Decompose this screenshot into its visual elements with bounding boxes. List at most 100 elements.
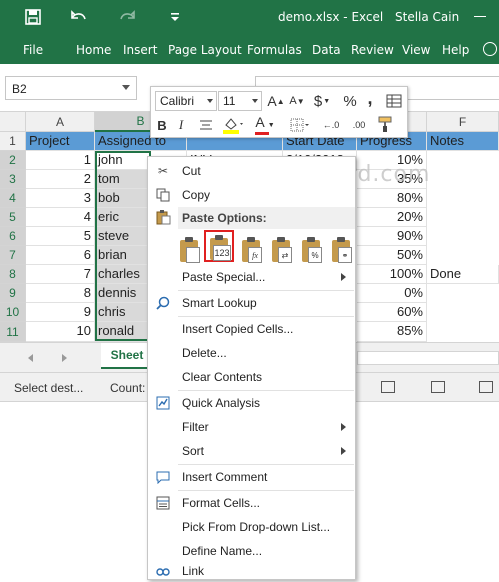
cell-project[interactable]: 4 (26, 208, 95, 227)
cell-progress[interactable]: 0% (357, 284, 427, 303)
cell-progress[interactable]: 80% (357, 189, 427, 208)
row-header-8[interactable]: 8 (0, 265, 26, 284)
normal-view-icon[interactable] (381, 381, 395, 393)
menu-item-pick-from-list[interactable]: Pick From Drop-down List... (148, 515, 355, 539)
minimize-icon[interactable] (474, 16, 486, 17)
name-box[interactable]: B2 (5, 76, 137, 100)
menu-item-paste-special[interactable]: Paste Special... (148, 265, 355, 289)
header-cell-project[interactable]: Project (26, 132, 95, 151)
cell-progress[interactable]: 90% (357, 227, 427, 246)
tab-review[interactable]: Review (351, 43, 394, 57)
paste-formulas-button[interactable]: fx (236, 230, 266, 263)
cell-project[interactable]: 6 (26, 246, 95, 265)
format-table-icon[interactable] (385, 91, 403, 111)
page-break-view-icon[interactable] (479, 381, 493, 393)
borders-icon[interactable] (289, 115, 311, 135)
menu-item-quick-analysis[interactable]: Quick Analysis (148, 391, 355, 415)
currency-format-button[interactable]: $ ▼ (311, 91, 333, 111)
cell-project[interactable]: 7 (26, 265, 95, 284)
tell-me-icon[interactable] (483, 42, 497, 56)
column-header-a[interactable]: A (26, 112, 95, 132)
column-header-f[interactable]: F (427, 112, 499, 132)
cell-project[interactable]: 9 (26, 303, 95, 322)
cell-project[interactable]: 5 (26, 227, 95, 246)
menu-item-delete[interactable]: Delete... (148, 341, 355, 365)
tab-view[interactable]: View (402, 43, 430, 57)
paste-button[interactable] (174, 230, 204, 263)
cell-project[interactable]: 1 (26, 151, 95, 170)
menu-item-link[interactable]: Link (148, 563, 355, 579)
row-header-2[interactable]: 2 (0, 151, 26, 170)
row-header-11[interactable]: 11 (0, 322, 26, 342)
horizontal-scrollbar[interactable] (357, 351, 499, 365)
tab-formulas[interactable]: Formulas (247, 43, 302, 57)
grow-font-button[interactable]: A ▲ (267, 91, 285, 111)
cell-progress[interactable]: 85% (357, 322, 427, 342)
comma-style-button[interactable]: , (364, 88, 376, 108)
tab-help[interactable]: Help (442, 43, 469, 57)
fill-color-icon[interactable] (221, 115, 245, 135)
redo-icon[interactable] (116, 6, 138, 28)
customize-icon[interactable] (164, 6, 186, 28)
tab-home[interactable]: Home (76, 43, 111, 57)
cell-project[interactable]: 10 (26, 322, 95, 342)
menu-item-insert-comment[interactable]: Insert Comment (148, 465, 355, 489)
paste-link-button[interactable]: ⚭ (326, 230, 356, 263)
decrease-decimal-button[interactable]: .00 (347, 115, 371, 135)
row-header-4[interactable]: 4 (0, 189, 26, 208)
cell-progress[interactable]: 35% (357, 170, 427, 189)
cell-project[interactable]: 2 (26, 170, 95, 189)
save-icon[interactable] (22, 6, 44, 28)
tab-file[interactable]: File (23, 43, 43, 57)
row-header-1[interactable]: 1 (0, 132, 26, 151)
menu-item-smart-lookup[interactable]: Smart Lookup (148, 291, 355, 315)
font-size-select[interactable]: 11 (218, 91, 262, 111)
paste-formatting-button[interactable]: % (296, 230, 326, 263)
shrink-font-button[interactable]: A ▼ (288, 91, 306, 111)
percent-style-button[interactable]: % (342, 91, 358, 111)
page-layout-view-icon[interactable] (431, 381, 445, 393)
menu-item-insert-copied-cells[interactable]: Insert Copied Cells... (148, 317, 355, 341)
align-center-icon[interactable] (198, 115, 214, 135)
chevron-down-icon[interactable] (122, 85, 130, 90)
tab-insert[interactable]: Insert (123, 43, 157, 57)
row-header-5[interactable]: 5 (0, 208, 26, 227)
undo-icon[interactable] (68, 6, 90, 28)
menu-item-clear-contents[interactable]: Clear Contents (148, 365, 355, 389)
cell-progress[interactable]: 60% (357, 303, 427, 322)
row-header-7[interactable]: 7 (0, 246, 26, 265)
menu-item-define-name[interactable]: Define Name... (148, 539, 355, 563)
row-header-3[interactable]: 3 (0, 170, 26, 189)
cell-progress[interactable]: 100% (357, 265, 427, 284)
menu-item-copy[interactable]: Copy (148, 183, 355, 207)
format-painter-icon[interactable] (376, 114, 398, 134)
paste-transpose-button[interactable]: ⇄ (266, 230, 296, 263)
cell-project[interactable]: 3 (26, 189, 95, 208)
bold-button[interactable]: B (154, 115, 170, 135)
increase-decimal-button[interactable]: ←.0 (319, 115, 343, 135)
scroll-right-icon[interactable] (62, 354, 67, 362)
menu-item-cut[interactable]: ✂ Cut (148, 159, 355, 183)
scroll-left-icon[interactable] (28, 354, 33, 362)
cell-notes[interactable]: Done (427, 265, 499, 284)
cell-progress[interactable]: 50% (357, 246, 427, 265)
row-header-9[interactable]: 9 (0, 284, 26, 303)
tab-data[interactable]: Data (312, 43, 341, 57)
row-header-10[interactable]: 10 (0, 303, 26, 322)
row-header-6[interactable]: 6 (0, 227, 26, 246)
select-all-corner[interactable] (0, 112, 26, 132)
sheet-tab[interactable]: Sheet (101, 343, 153, 369)
menu-item-filter[interactable]: Filter (148, 415, 355, 439)
user-name[interactable]: Stella Cain (395, 10, 459, 24)
paste-values-button[interactable]: 123 (204, 230, 234, 262)
italic-button[interactable]: I (174, 115, 188, 135)
cell-progress[interactable]: 10% (357, 151, 427, 170)
font-name-select[interactable]: Calibri (155, 91, 217, 111)
menu-item-format-cells[interactable]: Format Cells... (148, 491, 355, 515)
cell-project[interactable]: 8 (26, 284, 95, 303)
menu-item-sort[interactable]: Sort (148, 439, 355, 463)
font-color-button[interactable]: A ▼ (253, 114, 277, 135)
tab-page-layout[interactable]: Page Layout (168, 43, 242, 57)
header-cell-notes[interactable]: Notes (427, 132, 499, 151)
cell-progress[interactable]: 20% (357, 208, 427, 227)
